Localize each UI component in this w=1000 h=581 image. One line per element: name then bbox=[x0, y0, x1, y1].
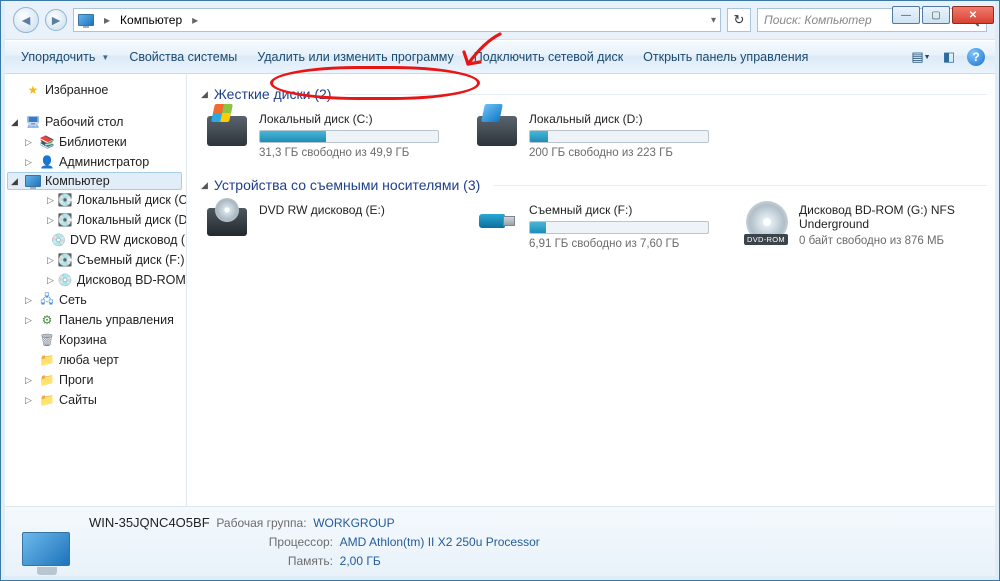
usb-drive-icon bbox=[477, 212, 517, 232]
hdd-icon bbox=[477, 116, 517, 146]
cd-icon: 💿 bbox=[51, 232, 66, 248]
drive-subtext: 31,3 ГБ свободно из 49,9 ГБ bbox=[259, 147, 445, 159]
drive-subtext: 200 ГБ свободно из 223 ГБ bbox=[529, 147, 715, 159]
computer-icon bbox=[25, 175, 41, 187]
tree-computer[interactable]: ◢ Компьютер bbox=[7, 172, 182, 190]
address-dropdown-icon[interactable]: ▾ bbox=[711, 15, 716, 26]
folder-icon: 📁 bbox=[39, 352, 55, 368]
search-placeholder: Поиск: Компьютер bbox=[764, 13, 872, 27]
tree-folder[interactable]: 📁 люба черт bbox=[7, 350, 186, 370]
tree-desktop[interactable]: ◢🖥 Рабочий стол bbox=[7, 112, 186, 132]
recycle-bin-icon: 🗑 bbox=[39, 332, 55, 348]
command-bar: Упорядочить▼ Свойства системы Удалить ил… bbox=[5, 40, 995, 74]
explorer-window: — ▢ ✕ ◄ ► ▸ Компьютер ▸ ▾ ↻ Поиск: Компь… bbox=[0, 0, 1000, 581]
system-properties-button[interactable]: Свойства системы bbox=[123, 48, 243, 66]
desktop-icon: 🖥 bbox=[25, 114, 41, 130]
group-header-removable[interactable]: ◢Устройства со съемными носителями (3) bbox=[201, 177, 987, 193]
control-panel-icon: ⚙ bbox=[39, 312, 55, 328]
tree-favorites[interactable]: ★ Избранное bbox=[7, 80, 186, 100]
usb-icon: 💽 bbox=[58, 252, 73, 268]
drive-label: Дисковод BD-ROM (G:) NFS Underground bbox=[799, 203, 985, 231]
drive-subtext: 0 байт свободно из 876 МБ bbox=[799, 235, 985, 247]
libraries-icon: 📚 bbox=[39, 134, 55, 150]
tree-drive-bd[interactable]: ▷💿 Дисковод BD-ROM (G:) bbox=[7, 270, 186, 290]
computer-large-icon bbox=[19, 518, 73, 566]
chevron-icon[interactable]: ▸ bbox=[192, 13, 198, 27]
capacity-bar bbox=[529, 221, 709, 234]
disk-icon: 💽 bbox=[58, 192, 73, 208]
tree-drive-d[interactable]: ▷💽 Локальный диск (D:) bbox=[7, 210, 186, 230]
navigation-bar: ◄ ► ▸ Компьютер ▸ ▾ ↻ Поиск: Компьютер 🔍 bbox=[5, 1, 995, 40]
cd-icon: 💿 bbox=[58, 272, 73, 288]
user-icon: 👤 bbox=[39, 154, 55, 170]
group-header-hdd[interactable]: ◢Жесткие диски (2) bbox=[201, 86, 987, 102]
folder-icon: 📁 bbox=[39, 392, 55, 408]
capacity-bar bbox=[529, 130, 709, 143]
help-button[interactable]: ? bbox=[967, 48, 985, 66]
tree-folder[interactable]: ▷📁 Проги bbox=[7, 370, 186, 390]
back-button[interactable]: ◄ bbox=[13, 7, 39, 33]
address-segment[interactable]: Компьютер bbox=[120, 13, 182, 27]
chevron-icon: ▸ bbox=[104, 13, 110, 27]
dvd-drive-icon bbox=[207, 208, 247, 236]
drive-item-c[interactable]: Локальный диск (C:) 31,3 ГБ свободно из … bbox=[205, 112, 445, 159]
minimize-button[interactable]: — bbox=[892, 6, 920, 24]
chevron-down-icon: ▼ bbox=[101, 53, 109, 62]
computer-icon bbox=[78, 14, 94, 26]
drive-label: Локальный диск (D:) bbox=[529, 112, 715, 126]
content-pane[interactable]: ◢Жесткие диски (2) Локальный диск (C:) 3… bbox=[187, 74, 995, 506]
tree-drive-dvd[interactable]: 💿 DVD RW дисковод (E:) bbox=[7, 230, 186, 250]
drive-subtext: 6,91 ГБ свободно из 7,60 ГБ bbox=[529, 238, 715, 250]
window-controls: — ▢ ✕ bbox=[892, 6, 994, 24]
network-icon: 🖧 bbox=[39, 292, 55, 308]
drive-item-f[interactable]: Съемный диск (F:) 6,91 ГБ свободно из 7,… bbox=[475, 203, 715, 250]
tree-recycle-bin[interactable]: 🗑 Корзина bbox=[7, 330, 186, 350]
tree-drive-c[interactable]: ▷💽 Локальный диск (C:) bbox=[7, 190, 186, 210]
address-bar[interactable]: ▸ Компьютер ▸ ▾ bbox=[73, 8, 721, 32]
tree-control-panel[interactable]: ▷⚙ Панель управления bbox=[7, 310, 186, 330]
close-button[interactable]: ✕ bbox=[952, 6, 994, 24]
drive-item-dvd[interactable]: DVD RW дисковод (E:) bbox=[205, 203, 445, 250]
capacity-bar bbox=[259, 130, 439, 143]
maximize-button[interactable]: ▢ bbox=[922, 6, 950, 24]
hdd-icon bbox=[207, 116, 247, 146]
forward-button[interactable]: ► bbox=[45, 9, 67, 31]
tree-administrator[interactable]: ▷👤 Администратор bbox=[7, 152, 186, 172]
tree-libraries[interactable]: ▷📚 Библиотеки bbox=[7, 132, 186, 152]
star-icon: ★ bbox=[25, 82, 41, 98]
tree-folder[interactable]: ▷📁 Сайты bbox=[7, 390, 186, 410]
drive-label: Локальный диск (C:) bbox=[259, 112, 445, 126]
view-options-button[interactable]: ▤▼ bbox=[911, 47, 931, 67]
refresh-button[interactable]: ↻ bbox=[727, 8, 751, 32]
disk-icon: 💽 bbox=[58, 212, 73, 228]
uninstall-program-button[interactable]: Удалить или изменить программу bbox=[251, 48, 460, 66]
organize-menu[interactable]: Упорядочить▼ bbox=[15, 48, 115, 66]
drive-item-d[interactable]: Локальный диск (D:) 200 ГБ свободно из 2… bbox=[475, 112, 715, 159]
drive-label: Съемный диск (F:) bbox=[529, 203, 715, 217]
details-pane: WIN-35JQNC4O5BF Рабочая группа: WORKGROU… bbox=[5, 506, 995, 576]
folder-icon: 📁 bbox=[39, 372, 55, 388]
tree-drive-f[interactable]: ▷💽 Съемный диск (F:) bbox=[7, 250, 186, 270]
map-network-drive-button[interactable]: Подключить сетевой диск bbox=[468, 48, 629, 66]
tree-network[interactable]: ▷🖧 Сеть bbox=[7, 290, 186, 310]
navigation-pane[interactable]: ★ Избранное ◢🖥 Рабочий стол ▷📚 Библиотек… bbox=[5, 74, 187, 506]
bd-rom-icon: DVD-ROM bbox=[746, 201, 788, 243]
preview-pane-button[interactable]: ◧ bbox=[939, 47, 959, 67]
computer-name: WIN-35JQNC4O5BF bbox=[89, 515, 210, 530]
open-control-panel-button[interactable]: Открыть панель управления bbox=[637, 48, 814, 66]
drive-item-bd[interactable]: DVD-ROM Дисковод BD-ROM (G:) NFS Undergr… bbox=[745, 203, 985, 250]
drive-label: DVD RW дисковод (E:) bbox=[259, 203, 445, 217]
